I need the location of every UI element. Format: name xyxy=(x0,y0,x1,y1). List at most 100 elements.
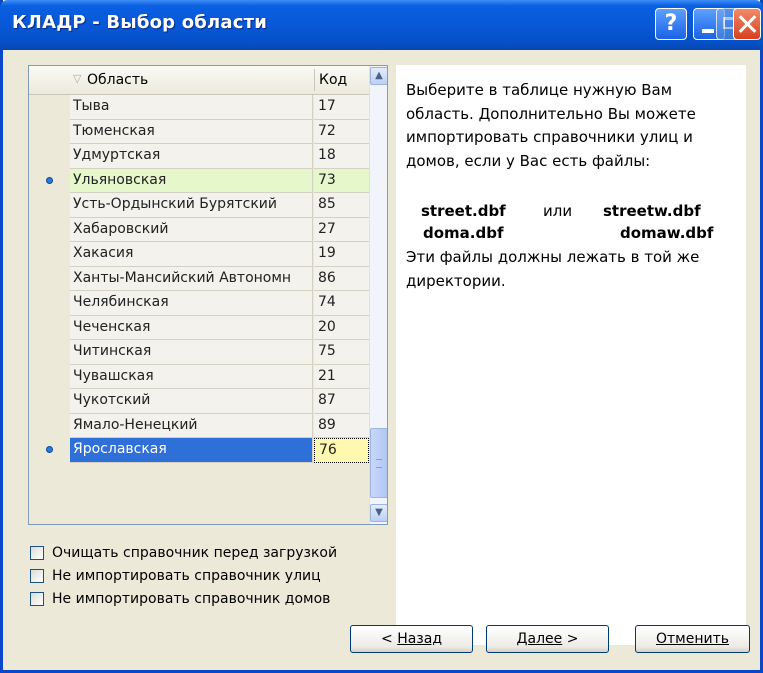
table-row[interactable]: Чукотский 87 xyxy=(29,389,369,414)
file-street: street.dbf xyxy=(421,202,506,220)
info-text: Выберите в таблице нужную Вам область. Д… xyxy=(406,81,696,170)
table-row-selected[interactable]: Ярославская 76 xyxy=(29,438,369,463)
cell-name[interactable]: Тюменская xyxy=(70,119,313,144)
grid-header: ▽ Область Код xyxy=(29,66,369,95)
table-row[interactable]: Тюменская 72 xyxy=(29,119,369,144)
table-row[interactable]: Тыва 17 xyxy=(29,95,369,120)
close-button[interactable] xyxy=(733,8,761,40)
table-row[interactable]: Челябинская 74 xyxy=(29,291,369,316)
table-row[interactable]: Чеченская 20 xyxy=(29,315,369,340)
file-streetw: streetw.dbf xyxy=(603,202,701,220)
cell-code[interactable]: 75 xyxy=(314,340,369,365)
row-indicator xyxy=(29,315,69,340)
checkbox-label[interactable]: Не импортировать справочник домов xyxy=(52,591,330,607)
scroll-thumb[interactable] xyxy=(370,428,387,498)
grid-rows: Тыва 17 Тюменская 72 Удмуртская 18 Ульяновс… xyxy=(29,95,369,463)
cell-name[interactable]: Ярославская xyxy=(70,438,313,463)
cell-code[interactable]: 21 xyxy=(314,364,369,389)
table-row[interactable]: Читинская 75 xyxy=(29,340,369,365)
row-indicator xyxy=(29,340,69,365)
column-header-code[interactable]: Код xyxy=(319,72,347,88)
cell-name[interactable]: Читинская xyxy=(70,340,313,365)
cell-code[interactable]: 89 xyxy=(314,413,369,438)
row-indicator xyxy=(29,217,69,242)
table-row-highlighted[interactable]: Ульяновская 73 xyxy=(29,168,369,193)
cell-name[interactable]: Ульяновская xyxy=(70,168,313,193)
cell-code[interactable]: 86 xyxy=(314,266,369,291)
cell-code[interactable]: 85 xyxy=(314,193,369,218)
row-indicator xyxy=(29,413,69,438)
row-marker-icon xyxy=(46,446,53,453)
table-row[interactable]: Хакасия 19 xyxy=(29,242,369,267)
table-row[interactable]: Удмуртская 18 xyxy=(29,144,369,169)
scroll-down-arrow-icon[interactable]: ▼ xyxy=(370,504,387,522)
cell-code[interactable]: 27 xyxy=(314,217,369,242)
help-button[interactable]: ? xyxy=(655,8,687,40)
cell-name[interactable]: Чувашская xyxy=(70,364,313,389)
next-label: Далее xyxy=(516,631,563,647)
next-suffix: > xyxy=(562,631,579,647)
row-indicator xyxy=(29,144,69,169)
title-bar[interactable]: КЛАДР - Выбор области ? xyxy=(0,0,763,50)
checkbox-box[interactable] xyxy=(30,546,44,560)
table-row[interactable]: Усть-Ордынский Бурятский 85 xyxy=(29,193,369,218)
cancel-label: Отменить xyxy=(655,631,729,647)
cell-code[interactable]: 19 xyxy=(314,242,369,267)
row-indicator xyxy=(29,389,69,414)
table-row[interactable]: Ханты-Мансийский Автономн 86 xyxy=(29,266,369,291)
cell-code[interactable]: 18 xyxy=(314,144,369,169)
cell-name[interactable]: Ханты-Мансийский Автономн xyxy=(70,266,313,291)
row-indicator xyxy=(29,193,69,218)
table-row[interactable]: Хабаровский 27 xyxy=(29,217,369,242)
cell-name[interactable]: Тыва xyxy=(70,95,313,120)
cancel-button[interactable]: Отменить xyxy=(635,625,750,653)
row-indicator xyxy=(29,291,69,316)
vertical-scrollbar[interactable]: ▲ ▼ xyxy=(369,66,387,524)
cell-code[interactable]: 17 xyxy=(314,95,369,120)
row-indicator xyxy=(29,364,69,389)
cell-name[interactable]: Хакасия xyxy=(70,242,313,267)
row-indicator xyxy=(29,242,69,267)
cell-code[interactable]: 87 xyxy=(314,389,369,414)
table-row[interactable]: Чувашская 21 xyxy=(29,364,369,389)
window-title: КЛАДР - Выбор области xyxy=(12,12,268,33)
row-marker-icon xyxy=(46,176,53,184)
sort-icon: ▽ xyxy=(73,72,82,85)
region-grid[interactable]: ▽ Область Код Тыва 17 Тюменская 72 Удмуртс… xyxy=(28,65,388,525)
row-indicator xyxy=(29,95,69,120)
cell-code[interactable]: 74 xyxy=(314,291,369,316)
info-text-2: Эти файлы должны лежать в той же директо… xyxy=(406,248,700,290)
cell-name[interactable]: Усть-Ордынский Бурятский xyxy=(70,193,313,218)
cell-code[interactable]: 72 xyxy=(314,119,369,144)
info-panel: Выберите в таблице нужную Вам область. Д… xyxy=(396,65,746,645)
row-indicator xyxy=(29,119,69,144)
cell-code[interactable]: 20 xyxy=(314,315,369,340)
file-or: или xyxy=(543,202,573,220)
scroll-up-arrow-icon[interactable]: ▲ xyxy=(370,67,387,85)
back-prefix: < xyxy=(381,631,398,647)
checkbox-label[interactable]: Не импортировать справочник улиц xyxy=(52,568,321,584)
header-separator xyxy=(314,69,315,91)
cell-name[interactable]: Ямало-Ненецкий xyxy=(70,413,313,438)
dialog-window: КЛАДР - Выбор области ? ▽ Область Код Ты… xyxy=(0,0,763,673)
row-indicator xyxy=(29,266,69,291)
cell-name[interactable]: Хабаровский xyxy=(70,217,313,242)
cell-code[interactable]: 76 xyxy=(314,438,369,463)
table-row[interactable]: Ямало-Ненецкий 89 xyxy=(29,413,369,438)
cell-code[interactable]: 73 xyxy=(314,168,369,193)
cell-name[interactable]: Чукотский xyxy=(70,389,313,414)
checkbox-box[interactable] xyxy=(30,569,44,583)
back-button[interactable]: < Назад xyxy=(350,625,473,653)
checkbox-label[interactable]: Очищать справочник перед загрузкой xyxy=(52,545,337,561)
file-doma: doma.dbf xyxy=(423,224,504,242)
back-label: Назад xyxy=(397,631,442,647)
cell-name[interactable]: Челябинская xyxy=(70,291,313,316)
row-indicator xyxy=(29,168,69,193)
next-button[interactable]: Далее > xyxy=(486,625,609,653)
row-indicator xyxy=(29,438,69,463)
file-domaw: domaw.dbf xyxy=(620,224,714,242)
cell-name[interactable]: Удмуртская xyxy=(70,144,313,169)
checkbox-box[interactable] xyxy=(30,592,44,606)
column-header-name[interactable]: Область xyxy=(87,72,148,88)
cell-name[interactable]: Чеченская xyxy=(70,315,313,340)
